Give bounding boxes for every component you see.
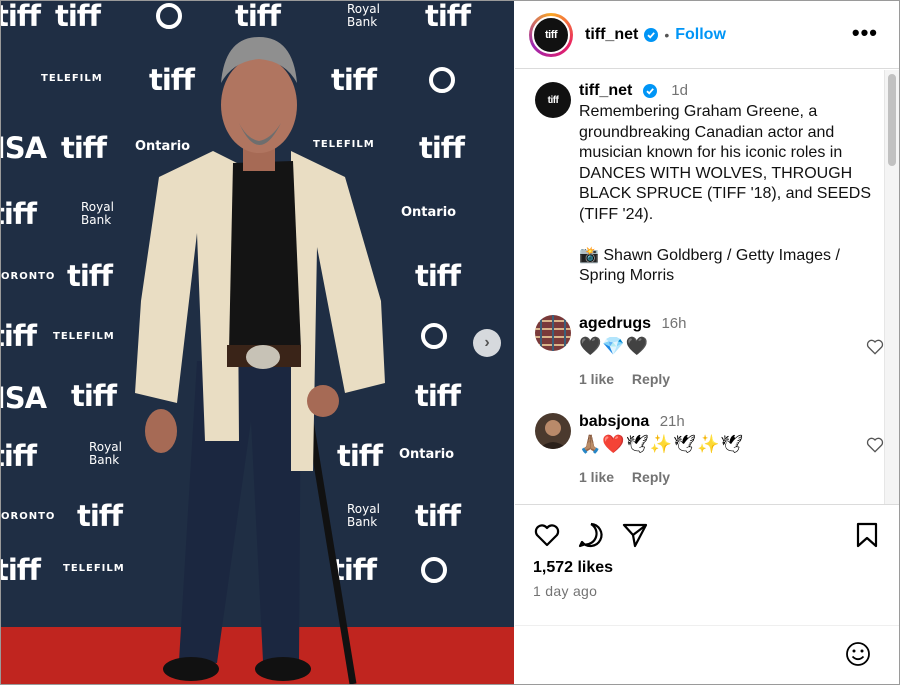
emoji-picker-icon[interactable] [844, 640, 872, 668]
share-send-icon[interactable] [621, 521, 649, 549]
comment-timestamp: 21h [659, 413, 685, 430]
post-side-panel: tiff tiff_net • Follow ••• tiff tiff_net [515, 1, 899, 684]
post-actions: 1,572 likes 1 day ago [515, 504, 899, 684]
next-image-button[interactable]: › [473, 329, 501, 357]
reply-button[interactable]: Reply [632, 469, 670, 485]
profile-avatar-ring[interactable]: tiff [529, 12, 573, 57]
more-options-icon[interactable]: ••• [852, 22, 878, 44]
comment-timestamp: 16h [661, 315, 687, 332]
instagram-post-window: tiff tiff tiff RoyalBank tiff TELEFILM t… [0, 0, 900, 685]
post-time-ago: 1 day ago [533, 583, 598, 599]
comment-text: 🖤💎🖤 [579, 336, 650, 356]
comments-scroll-area[interactable]: tiff tiff_net 1d Remembering Graham Gree… [515, 70, 899, 504]
add-comment-bar[interactable] [515, 625, 899, 684]
commenter-avatar[interactable] [535, 413, 571, 449]
like-heart-icon[interactable] [533, 521, 561, 549]
reply-button[interactable]: Reply [632, 371, 670, 387]
avatar: tiff [532, 15, 570, 54]
comment-username[interactable]: babsjona [579, 413, 649, 430]
post-header: tiff tiff_net • Follow ••• [515, 1, 899, 69]
caption-text: Remembering Graham Greene, a groundbreak… [579, 103, 872, 284]
separator-dot: • [664, 26, 670, 43]
comment-likes[interactable]: 1 like [579, 371, 614, 387]
person-figure [135, 37, 385, 684]
verified-badge-icon [642, 83, 657, 98]
likes-count[interactable]: 1,572 likes [533, 559, 613, 577]
comment-username[interactable]: agedrugs [579, 315, 651, 332]
comment-item: babsjona 21h 🙏🏽❤️🕊✨🕊✨🕊 1 like Reply [535, 413, 884, 485]
header-username[interactable]: tiff_net [585, 26, 638, 44]
comment-item: agedrugs 16h 🖤💎🖤 1 like Reply [535, 315, 884, 387]
verified-badge-icon [644, 27, 659, 42]
comment-bubble-icon[interactable] [577, 521, 605, 549]
comment-like-heart-icon[interactable] [865, 435, 885, 455]
caption-timestamp: 1d [671, 82, 688, 99]
commenter-avatar[interactable] [535, 315, 571, 351]
post-photo[interactable]: tiff tiff tiff RoyalBank tiff TELEFILM t… [1, 1, 514, 684]
scrollbar-thumb[interactable] [888, 74, 896, 166]
comment-like-heart-icon[interactable] [865, 337, 885, 357]
follow-button[interactable]: Follow [675, 26, 726, 44]
comment-likes[interactable]: 1 like [579, 469, 614, 485]
caption-avatar[interactable]: tiff [535, 82, 571, 118]
caption-username[interactable]: tiff_net [579, 82, 632, 99]
comment-text: 🙏🏽❤️🕊✨🕊✨🕊 [579, 434, 745, 454]
save-bookmark-icon[interactable] [854, 521, 880, 549]
post-caption: tiff tiff_net 1d Remembering Graham Gree… [535, 82, 875, 287]
scrollbar-track[interactable] [884, 70, 899, 504]
